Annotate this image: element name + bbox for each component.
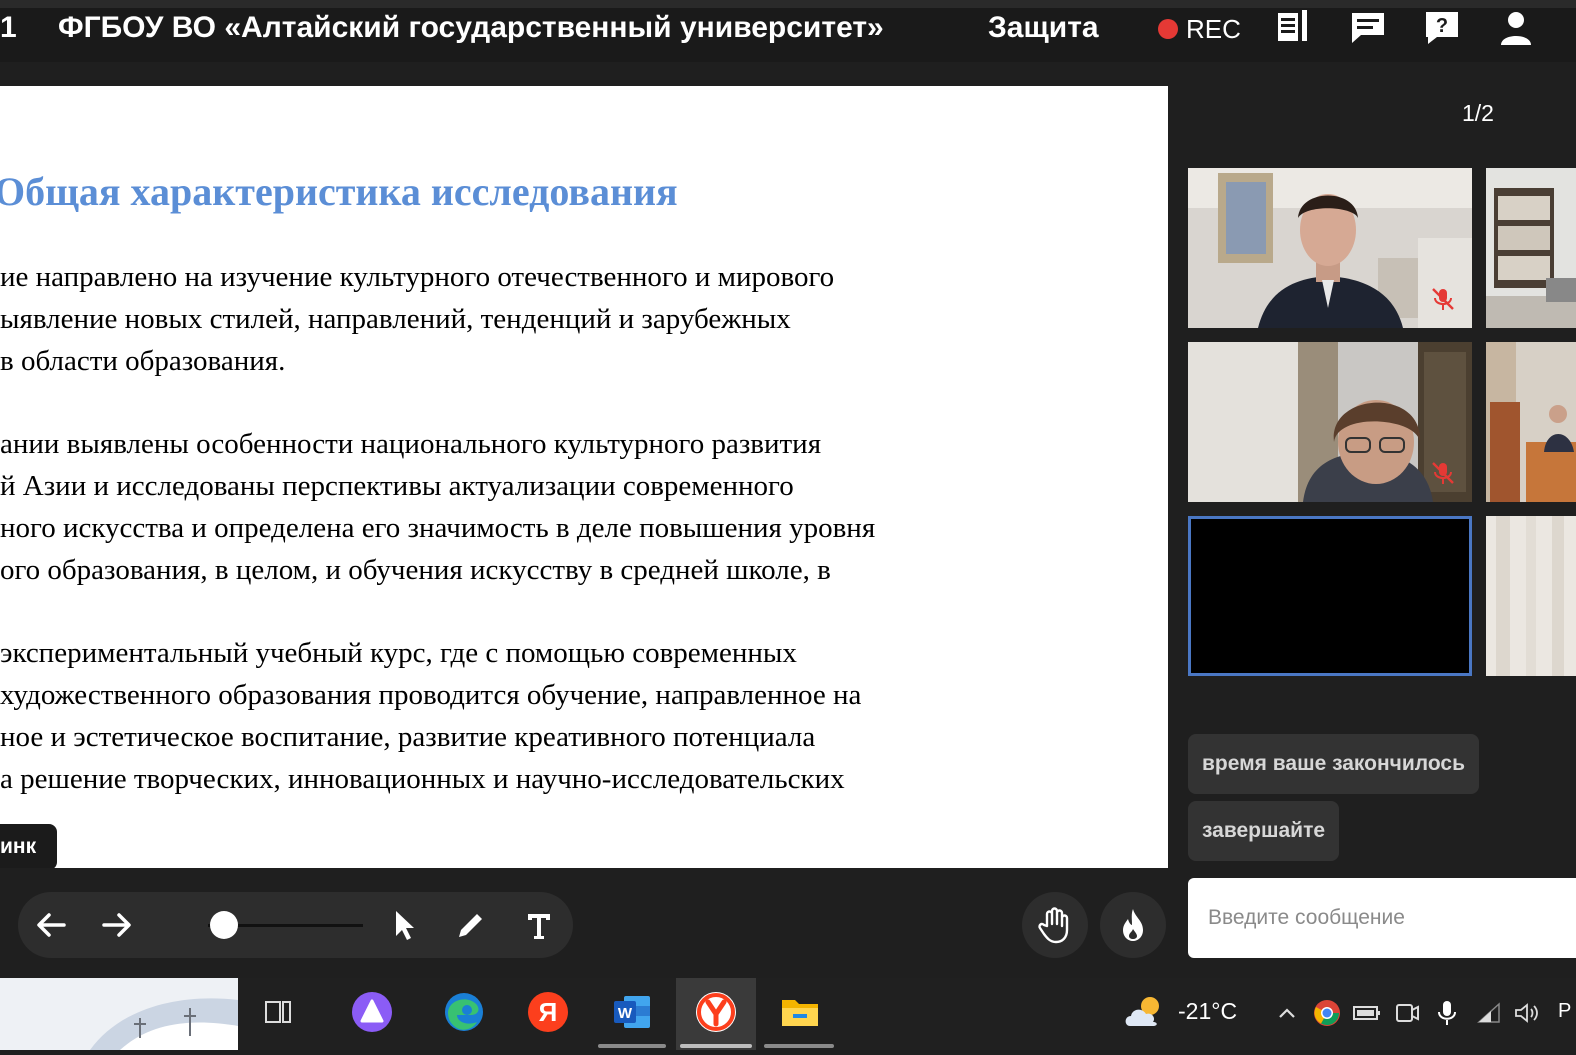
- slide-line: ого образования, в целом, и обучения иск…: [0, 554, 831, 586]
- slide-line: ании выявлены особенности национального …: [0, 428, 822, 460]
- video-tile-participant-4[interactable]: [1486, 342, 1576, 502]
- slide-line: ное и эстетическое воспитание, развитие …: [0, 721, 816, 753]
- chat-icon[interactable]: [1348, 8, 1388, 48]
- presentation-toolbar: [18, 892, 573, 958]
- video-tile-participant-5[interactable]: [1486, 516, 1576, 676]
- yandex-icon[interactable]: Я: [524, 988, 572, 1036]
- slide-paragraph-3: экспериментальный учебный курс, где с по…: [0, 632, 861, 800]
- pen-tool-button[interactable]: [448, 902, 494, 948]
- slide-line: художественного образования проводится о…: [0, 679, 862, 711]
- notes-icon[interactable]: [1274, 8, 1314, 48]
- pointer-tool-button[interactable]: [382, 902, 428, 948]
- weather-icon[interactable]: [1120, 988, 1168, 1036]
- zoom-slider-knob[interactable]: [209, 911, 238, 939]
- help-icon[interactable]: ?: [1422, 8, 1462, 48]
- slide-line: ие направлено на изучение культурного от…: [0, 261, 835, 293]
- taskbar-running-indicator: [598, 1044, 666, 1048]
- chat-message: завершайте: [1188, 801, 1340, 861]
- svg-text:Я: Я: [539, 997, 558, 1027]
- top-bar: 1 ФГБОУ ВО «Алтайский государственный ун…: [0, 0, 1576, 62]
- rec-label: REC: [1186, 14, 1241, 44]
- raise-hand-button[interactable]: [1022, 892, 1088, 958]
- meet-now-icon[interactable]: [1390, 996, 1424, 1030]
- battery-icon[interactable]: [1350, 996, 1384, 1030]
- video-page-indicator[interactable]: 1/2: [1462, 100, 1494, 127]
- edge-browser-icon[interactable]: [440, 988, 488, 1036]
- taskbar-active-indicator: [680, 1044, 752, 1048]
- wifi-icon[interactable]: [1472, 996, 1506, 1030]
- show-hidden-icons-icon[interactable]: [1270, 996, 1304, 1030]
- record-dot-icon: [1158, 19, 1178, 39]
- svg-text:W: W: [618, 1005, 633, 1022]
- slide-title: Общая характеристика исследования: [0, 169, 678, 214]
- presentation-slide[interactable]: Общая характеристика исследования ие нап…: [0, 86, 1168, 868]
- slide-paragraph-2: ании выявлены особенности национального …: [0, 423, 875, 591]
- svg-text:?: ?: [1436, 15, 1448, 37]
- video-tile-participant-2[interactable]: [1486, 168, 1576, 328]
- slide-line: й Азии и исследованы перспективы актуали…: [0, 470, 794, 502]
- slide-line: а решение творческих, инновационных и на…: [0, 763, 845, 795]
- slide-line: ыявление новых стилей, направлений, тенд…: [0, 303, 791, 335]
- slide-line: экспериментальный учебный курс, где с по…: [0, 637, 797, 669]
- alice-assistant-icon[interactable]: [348, 988, 396, 1036]
- video-tile-participant-1[interactable]: [1188, 168, 1472, 328]
- user-icon[interactable]: [1496, 8, 1536, 48]
- next-slide-button[interactable]: [94, 902, 140, 948]
- browser-tab-strip: [0, 0, 1576, 8]
- slide-line: ного искусства и определена его значимос…: [0, 512, 876, 544]
- volume-icon[interactable]: [1510, 996, 1544, 1030]
- chrome-icon[interactable]: [1310, 996, 1344, 1030]
- text-tool-button[interactable]: [516, 902, 562, 948]
- slide-line: в области образования.: [0, 345, 286, 377]
- yandex-browser-icon[interactable]: [692, 988, 740, 1036]
- weather-temperature: -21°C: [1178, 998, 1238, 1024]
- muted-mic-icon: [1432, 288, 1454, 310]
- taskbar-running-indicator: [764, 1044, 834, 1048]
- ink-label[interactable]: инк: [0, 824, 57, 868]
- video-tile-participant-3[interactable]: [1188, 342, 1472, 502]
- widgets-preview[interactable]: [0, 978, 238, 1050]
- room-counter: 1: [0, 11, 17, 44]
- muted-mic-icon: [1432, 462, 1454, 484]
- prev-slide-button[interactable]: [28, 902, 74, 948]
- windows-taskbar: Я W -21°C Р: [0, 978, 1576, 1050]
- rec-indicator[interactable]: REC: [1158, 14, 1241, 44]
- word-icon[interactable]: W: [608, 988, 656, 1036]
- session-mode: Защита: [988, 11, 1099, 44]
- chat-message: время ваше закончилось: [1188, 734, 1479, 794]
- chat-message-input[interactable]: [1188, 878, 1576, 958]
- reaction-button[interactable]: [1100, 892, 1166, 958]
- slide-paragraph-1: ие направлено на изучение культурного от…: [0, 256, 834, 382]
- file-explorer-icon[interactable]: [776, 988, 824, 1036]
- room-title: ФГБОУ ВО «Алтайский государственный унив…: [58, 11, 884, 44]
- input-language-indicator[interactable]: Р: [1558, 1000, 1571, 1023]
- microphone-icon[interactable]: [1430, 996, 1464, 1030]
- task-view-icon[interactable]: [254, 988, 302, 1036]
- video-tile-self[interactable]: [1188, 516, 1472, 676]
